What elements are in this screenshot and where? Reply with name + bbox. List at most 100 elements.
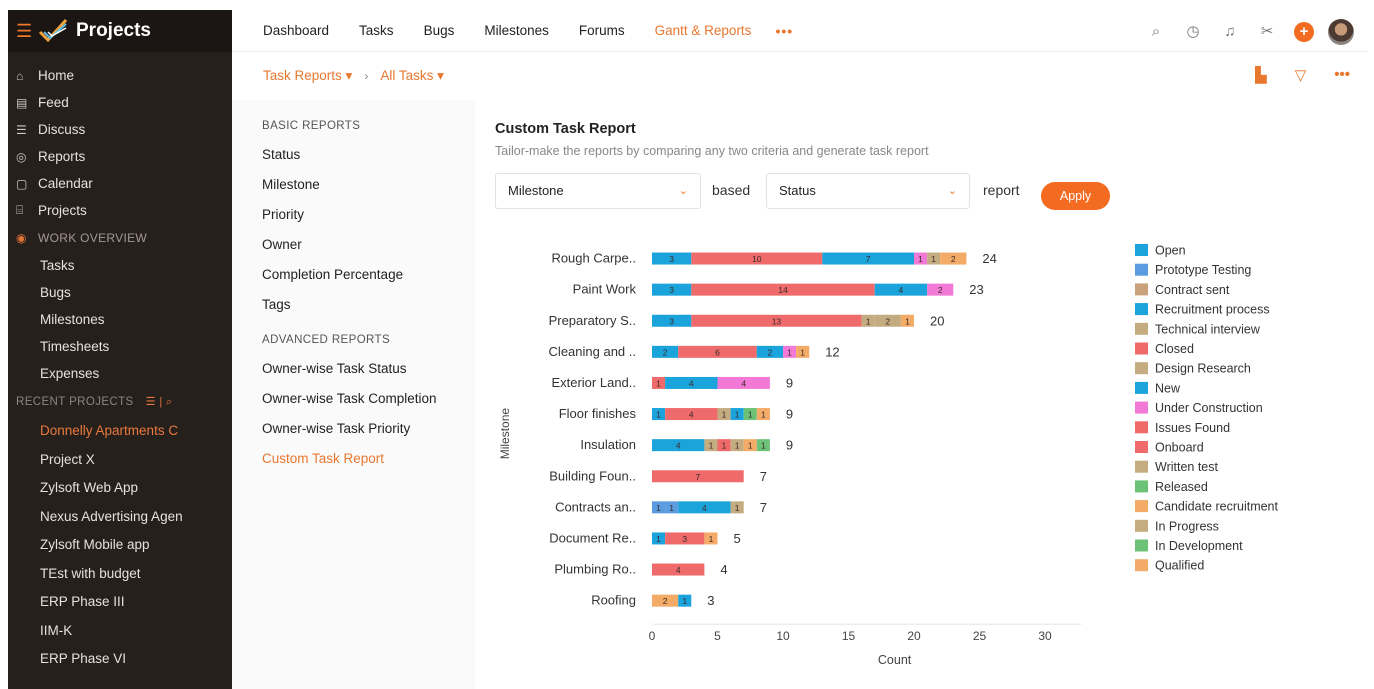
- segment-value-label: 7: [695, 472, 700, 482]
- recent-project-item[interactable]: Zylsoft Mobile app: [8, 531, 232, 560]
- report-link[interactable]: Owner-wise Task Status: [262, 354, 475, 384]
- legend-swatch: [1135, 283, 1148, 296]
- sidebar-item-calendar[interactable]: ▢ Calendar: [8, 170, 232, 197]
- sidebar-item-feed[interactable]: ▤ Feed: [8, 89, 232, 116]
- report-subtitle: Tailor-make the reports by comparing any…: [495, 144, 929, 158]
- recent-project-item[interactable]: ERP Phase III: [8, 588, 232, 617]
- recent-project-item[interactable]: Donnelly Apartments C: [8, 417, 232, 446]
- bar-total-label: 20: [930, 313, 944, 328]
- segment-value-label: 1: [761, 441, 766, 451]
- x-tick-label: 10: [776, 629, 790, 643]
- segment-value-label: 1: [709, 534, 714, 544]
- work-item-milestones[interactable]: Milestones: [8, 306, 232, 333]
- sidebar-item-label: Discuss: [38, 122, 86, 137]
- legend-swatch: [1135, 460, 1148, 473]
- report-link[interactable]: Owner: [262, 230, 475, 260]
- search-icon[interactable]: ⌕: [1146, 22, 1166, 42]
- report-link[interactable]: Priority: [262, 200, 475, 230]
- apply-button[interactable]: Apply: [1041, 182, 1110, 210]
- bar-total-label: 4: [720, 562, 727, 577]
- segment-value-label: 3: [682, 534, 687, 544]
- bar-total-label: 12: [825, 344, 839, 359]
- work-item-timesheets[interactable]: Timesheets: [8, 333, 232, 360]
- more-tabs-button[interactable]: •••: [775, 23, 793, 39]
- segment-value-label: 1: [656, 378, 661, 388]
- sidebar-item-projects[interactable]: ⌸ Projects: [8, 197, 232, 224]
- sidebar-item-reports[interactable]: ◎ Reports: [8, 143, 232, 170]
- report-link[interactable]: Milestone: [262, 170, 475, 200]
- chevron-down-icon: ⌄: [947, 185, 957, 197]
- report-link[interactable]: Custom Task Report: [262, 444, 475, 474]
- search-icon[interactable]: ⌕: [166, 396, 173, 408]
- segment-value-label: 1: [787, 347, 792, 357]
- legend-swatch: [1135, 401, 1148, 414]
- tab-milestones[interactable]: Milestones: [484, 23, 549, 38]
- work-item-expenses[interactable]: Expenses: [8, 360, 232, 387]
- report-link[interactable]: Tags: [262, 290, 475, 320]
- criteria-2-select[interactable]: Status ⌄: [766, 173, 970, 209]
- criteria-1-select[interactable]: Milestone ⌄: [495, 173, 701, 209]
- segment-value-label: 1: [669, 503, 674, 513]
- tab-gantt-reports[interactable]: Gantt & Reports: [655, 23, 752, 38]
- all-tasks-dropdown[interactable]: All Tasks ▾: [380, 68, 444, 84]
- bar-total-label: 24: [982, 251, 996, 266]
- category-label: Cleaning and ..: [549, 344, 636, 359]
- report-tools: ▙ ▽ •••: [1227, 66, 1350, 84]
- report-link[interactable]: Status: [262, 140, 475, 170]
- recent-project-item[interactable]: Project X: [8, 446, 232, 475]
- report-link[interactable]: Completion Percentage: [262, 260, 475, 290]
- feed-icon: ▤: [16, 95, 28, 110]
- bar-total-label: 23: [969, 282, 983, 297]
- more-options-icon[interactable]: •••: [1334, 66, 1350, 84]
- legend-entry: Closed: [1155, 342, 1194, 356]
- tab-tasks[interactable]: Tasks: [359, 23, 394, 38]
- report-link[interactable]: Owner-wise Task Completion: [262, 384, 475, 414]
- legend-entry: Onboard: [1155, 441, 1204, 455]
- add-icon[interactable]: +: [1294, 22, 1314, 42]
- timer-icon[interactable]: ◷: [1183, 22, 1203, 42]
- work-item-tasks[interactable]: Tasks: [8, 252, 232, 279]
- segment-value-label: 1: [748, 441, 753, 451]
- recent-project-item[interactable]: Zylsoft Web App: [8, 474, 232, 503]
- breadcrumb-first-label: Task Reports: [263, 68, 342, 83]
- recent-project-item[interactable]: Nexus Advertising Agen: [8, 503, 232, 532]
- report-title: Custom Task Report: [495, 121, 636, 137]
- bar-total-label: 9: [786, 438, 793, 453]
- category-label: Document Re..: [549, 530, 636, 545]
- task-reports-dropdown[interactable]: Task Reports ▾: [263, 68, 352, 84]
- segment-value-label: 4: [899, 285, 904, 295]
- legend-entry: Released: [1155, 480, 1208, 494]
- work-item-bugs[interactable]: Bugs: [8, 279, 232, 306]
- report-link[interactable]: Owner-wise Task Priority: [262, 414, 475, 444]
- category-label: Roofing: [591, 593, 636, 608]
- recent-project-item[interactable]: ERP Phase VI: [8, 645, 232, 674]
- category-label: Exterior Land..: [551, 375, 636, 390]
- recent-project-item[interactable]: IIM-K: [8, 617, 232, 646]
- filter-icon[interactable]: ▽: [1295, 66, 1307, 84]
- recent-project-item[interactable]: TEst with budget: [8, 560, 232, 589]
- segment-value-label: 1: [761, 410, 766, 420]
- segment-value-label: 4: [676, 441, 681, 451]
- sidebar-item-label: Feed: [38, 95, 69, 110]
- filter-list-icon[interactable]: ☰: [146, 396, 156, 408]
- segment-value-label: 1: [709, 441, 714, 451]
- segment-value-label: 2: [663, 347, 668, 357]
- discuss-icon: ☰: [16, 122, 27, 137]
- legend-swatch: [1135, 362, 1148, 375]
- chart-type-icon[interactable]: ▙: [1255, 66, 1267, 84]
- avatar[interactable]: [1328, 19, 1354, 45]
- criteria-1-value: Milestone: [508, 183, 564, 198]
- sidebar-item-home[interactable]: ⌂ Home: [8, 62, 232, 89]
- bell-icon[interactable]: ♫: [1220, 22, 1240, 42]
- advanced-reports-label: ADVANCED REPORTS: [262, 334, 391, 346]
- tab-bugs[interactable]: Bugs: [424, 23, 455, 38]
- top-nav-items: Dashboard Tasks Bugs Milestones Forums Gantt …: [232, 23, 751, 38]
- segment-value-label: 1: [905, 316, 910, 326]
- sidebar-item-discuss[interactable]: ☰ Discuss: [8, 116, 232, 143]
- tab-forums[interactable]: Forums: [579, 23, 625, 38]
- segment-value-label: 1: [656, 534, 661, 544]
- recent-projects-label: RECENT PROJECTS: [16, 396, 134, 408]
- tab-dashboard[interactable]: Dashboard: [263, 23, 329, 38]
- tools-icon[interactable]: ✂: [1257, 22, 1277, 42]
- menu-icon[interactable]: ☰: [16, 21, 38, 42]
